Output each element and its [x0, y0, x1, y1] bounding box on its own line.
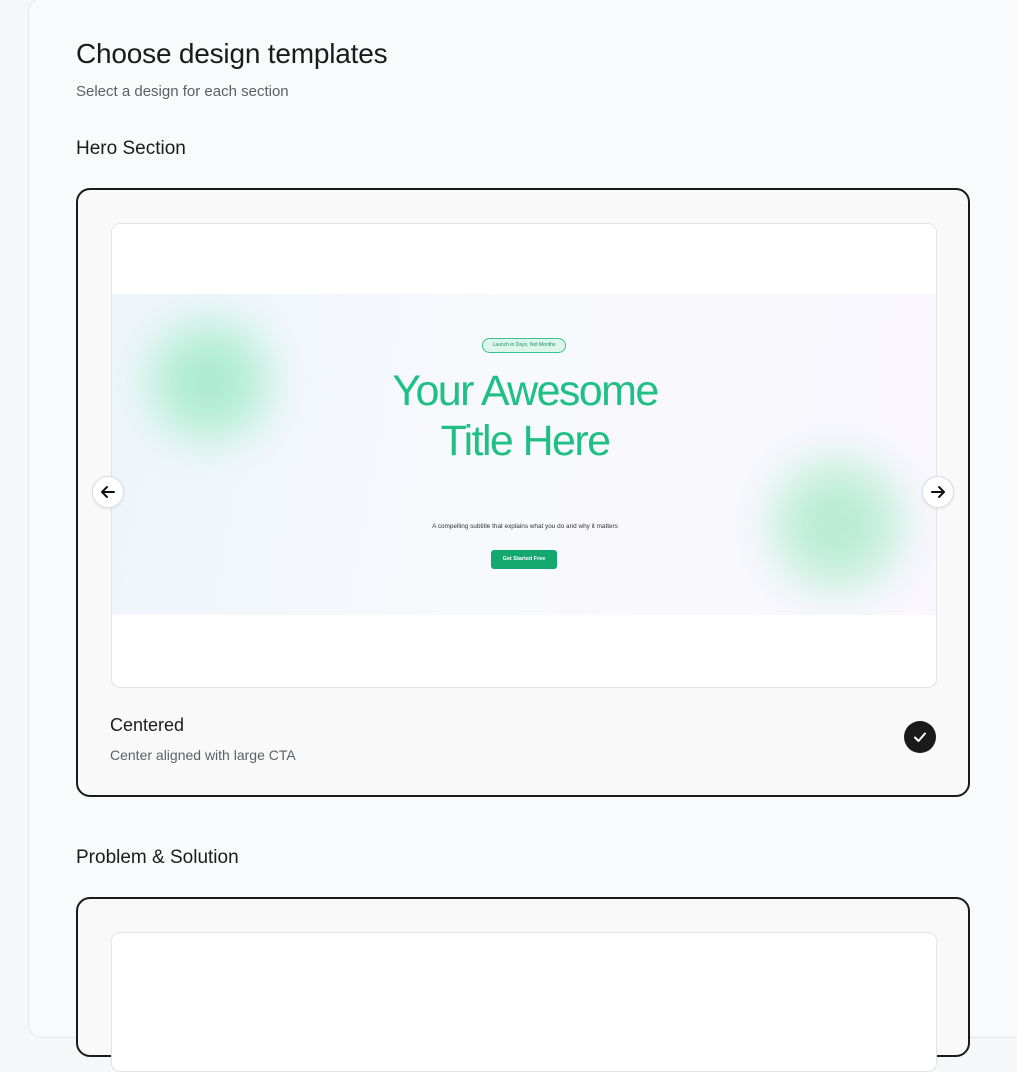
hero-badge: Launch in Days, Not Months [482, 338, 566, 353]
section-heading-problem-solution: Problem & Solution [76, 847, 239, 868]
template-description: Center aligned with large CTA [110, 747, 296, 763]
selected-indicator [904, 721, 936, 753]
next-template-button[interactable] [922, 476, 954, 508]
template-card-centered[interactable]: Launch in Days, Not Months Your Awesome … [76, 188, 970, 797]
template-preview [111, 932, 937, 1072]
hero-preview: Launch in Days, Not Months Your Awesome … [112, 294, 936, 615]
checkmark-icon [914, 732, 926, 742]
template-preview: Launch in Days, Not Months Your Awesome … [111, 223, 937, 688]
template-card-problem-solution[interactable] [76, 897, 970, 1072]
arrow-left-icon [101, 486, 115, 498]
decorative-blob [757, 444, 917, 604]
page-title: Choose design templates [76, 38, 388, 69]
previous-template-button[interactable] [92, 476, 124, 508]
section-heading-hero: Hero Section [76, 138, 186, 159]
template-name: Centered [110, 715, 185, 735]
decorative-blob [134, 306, 284, 456]
page-subtitle: Select a design for each section [76, 83, 289, 100]
hero-subtitle: A compelling subtitle that explains what… [432, 523, 618, 530]
arrow-right-icon [931, 486, 945, 498]
hero-title: Your Awesome Title Here [392, 367, 659, 465]
hero-cta-button: Get Started Free [491, 550, 557, 569]
